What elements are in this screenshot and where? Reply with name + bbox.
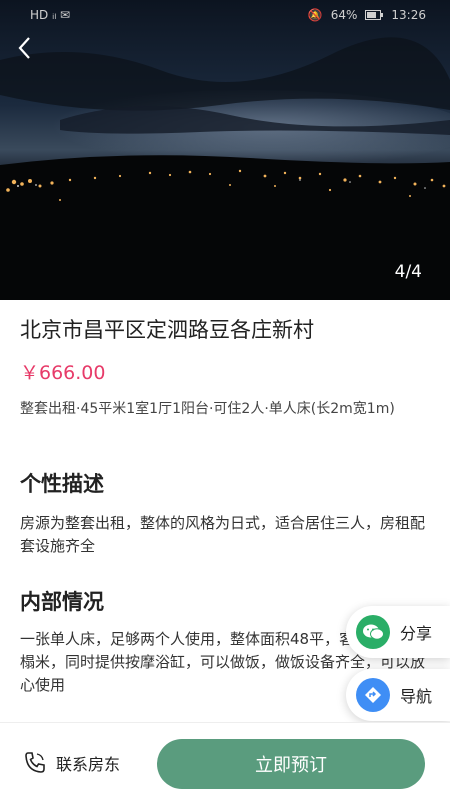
wechat-icon bbox=[356, 615, 390, 649]
navigate-button[interactable]: 导航 bbox=[346, 669, 450, 721]
listing-title: 北京市昌平区定泗路豆各庄新村 bbox=[20, 318, 314, 342]
back-button[interactable] bbox=[12, 34, 40, 62]
book-now-button[interactable]: 立即预订 bbox=[157, 739, 425, 789]
listing-price: ￥666.00 bbox=[20, 362, 106, 384]
section-heading-interior: 内部情况 bbox=[20, 590, 104, 614]
contact-landlord-button[interactable]: 联系房东 bbox=[22, 750, 120, 776]
photo-pager: 4/4 bbox=[394, 262, 422, 282]
contact-label: 联系房东 bbox=[56, 755, 121, 774]
section-body-description: 房源为整套出租，整体的风格为日式，适合居住三人，房租配套设施齐全 bbox=[20, 514, 426, 555]
night-city-photo bbox=[0, 0, 450, 300]
navigation-icon bbox=[356, 678, 390, 712]
bottom-action-bar: 联系房东 立即预订 bbox=[0, 722, 450, 801]
listing-summary: 整套出租·45平米1室1厅1阳台·可住2人·单人床(长2m宽1m) bbox=[20, 401, 395, 417]
phone-icon bbox=[25, 752, 45, 773]
network-indicators: HD ᵢₗ ✉ bbox=[30, 8, 71, 22]
status-bar: HD ᵢₗ ✉ 🔕 64% 13:26 bbox=[0, 0, 450, 30]
share-button[interactable]: 分享 bbox=[346, 606, 450, 658]
section-heading-description: 个性描述 bbox=[20, 472, 104, 496]
chevron-left-icon bbox=[18, 37, 30, 59]
clock: 13:26 bbox=[391, 8, 426, 22]
share-label: 分享 bbox=[400, 624, 433, 643]
battery-icon bbox=[365, 10, 384, 20]
listing-photo[interactable] bbox=[0, 0, 450, 300]
mute-bell-icon: 🔕 bbox=[307, 8, 323, 22]
battery-percent: 64% bbox=[330, 8, 358, 22]
navigate-label: 导航 bbox=[400, 687, 433, 706]
